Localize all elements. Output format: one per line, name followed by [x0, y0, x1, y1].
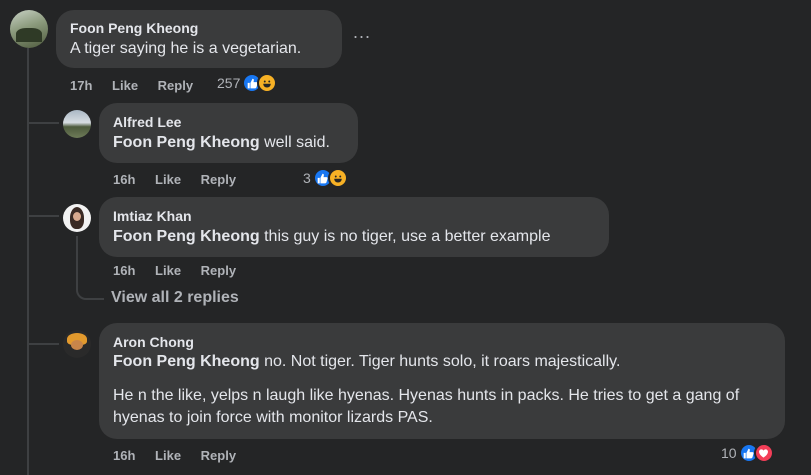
comment-time[interactable]: 16h	[113, 172, 135, 187]
reaction-count: 257	[217, 75, 241, 91]
comment-actions: 17h Like Reply	[70, 78, 193, 93]
like-button[interactable]: Like	[155, 172, 181, 187]
comment-body: no. Not tiger. Tiger hunts solo, it roar…	[259, 353, 621, 370]
comment-actions: 16h Like Reply	[113, 263, 236, 278]
mention-link[interactable]: Foon Peng Kheong	[113, 228, 260, 245]
reply-button[interactable]: Reply	[201, 263, 236, 278]
comment-text: Foon Peng Kheong no. Not tiger. Tiger hu…	[113, 353, 620, 371]
avatar-face	[71, 340, 83, 350]
comment-author[interactable]: Alfred Lee	[113, 114, 181, 130]
comment-bubble: Foon Peng Kheong A tiger saying he is a …	[56, 10, 342, 68]
comment-actions: 16h Like Reply	[113, 172, 236, 187]
thread-branch-1	[27, 110, 59, 124]
love-icon	[753, 443, 774, 463]
comment-bubble: Aron Chong Foon Peng Kheong no. Not tige…	[99, 323, 785, 439]
comment-author[interactable]: Aron Chong	[113, 334, 194, 350]
avatar-face	[73, 212, 81, 221]
comment-body: well said.	[259, 134, 330, 151]
avatar-image	[16, 28, 42, 42]
like-button[interactable]: Like	[155, 263, 181, 278]
comment-bubble: Imtiaz Khan Foon Peng Kheong this guy is…	[99, 197, 609, 257]
reactions[interactable]: 10	[721, 443, 774, 463]
comment-bubble: Alfred Lee Foon Peng Kheong well said.	[99, 103, 358, 163]
avatar[interactable]	[63, 330, 91, 358]
haha-icon	[257, 73, 278, 93]
thread-branch-2	[27, 203, 59, 217]
comment-time[interactable]: 16h	[113, 263, 135, 278]
avatar[interactable]	[63, 110, 91, 138]
mention-link[interactable]: Foon Peng Kheong	[113, 353, 260, 370]
avatar[interactable]	[63, 204, 91, 232]
comment-time[interactable]: 17h	[70, 78, 92, 93]
comment-text-paragraph: He n the like, yelps n laugh like hyenas…	[113, 387, 740, 426]
reaction-count: 10	[721, 445, 737, 461]
comment-text: Foon Peng Kheong well said.	[113, 134, 330, 152]
comment-actions: 16h Like Reply	[113, 448, 236, 463]
like-button[interactable]: Like	[155, 448, 181, 463]
reply-button[interactable]: Reply	[158, 78, 193, 93]
reactions[interactable]: 3	[303, 168, 348, 188]
avatar[interactable]	[10, 10, 48, 48]
comment-time[interactable]: 16h	[113, 448, 135, 463]
haha-icon	[327, 168, 348, 188]
comment-author[interactable]: Imtiaz Khan	[113, 208, 192, 224]
comment-body: this guy is no tiger, use a better examp…	[259, 228, 551, 245]
view-replies-link[interactable]: View all 2 replies	[111, 289, 239, 307]
reply-button[interactable]: Reply	[201, 448, 236, 463]
reaction-count: 3	[303, 170, 311, 186]
more-options-icon[interactable]: ...	[353, 22, 371, 43]
thread-branch-4	[27, 331, 59, 345]
like-button[interactable]: Like	[112, 78, 138, 93]
comment-text: Foon Peng Kheong this guy is no tiger, u…	[113, 228, 550, 246]
reply-button[interactable]: Reply	[201, 172, 236, 187]
reactions[interactable]: 257	[217, 73, 278, 93]
comment-author[interactable]: Foon Peng Kheong	[70, 20, 198, 36]
comment-text: A tiger saying he is a vegetarian.	[70, 40, 302, 57]
mention-link[interactable]: Foon Peng Kheong	[113, 134, 260, 151]
